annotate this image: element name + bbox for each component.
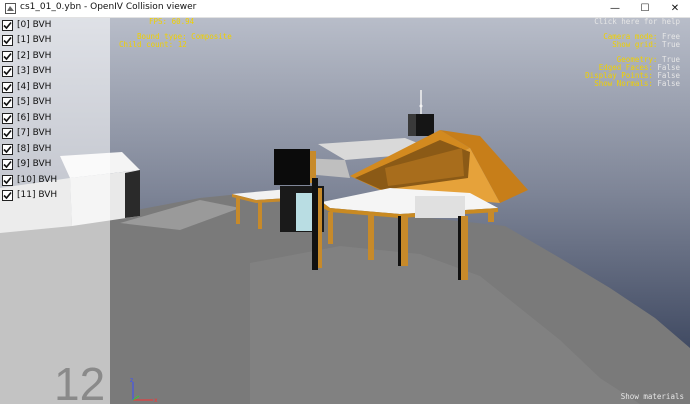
help-link[interactable]: Click here for help [594, 18, 680, 26]
post-6 [400, 216, 408, 266]
bvh-label: [2] BVH [17, 51, 52, 61]
checkmark-icon [3, 52, 12, 60]
left-building-side [125, 170, 140, 218]
show-grid-row[interactable]: Show grid: True [612, 41, 680, 49]
checkmark-icon [3, 160, 12, 168]
minimize-icon: — [610, 3, 620, 14]
post-1 [236, 198, 240, 224]
checkmark-icon [3, 145, 12, 153]
checkmark-icon [3, 67, 12, 75]
show-grid-label: Show grid: [612, 40, 658, 49]
bvh-label: [4] BVH [17, 82, 52, 92]
dark-box [274, 149, 310, 185]
checkbox[interactable] [2, 127, 13, 139]
bvh-item[interactable]: [11] BVH [2, 188, 57, 202]
checkbox[interactable] [2, 65, 13, 77]
bvh-label: [10] BVH [17, 175, 58, 185]
checkbox[interactable] [2, 112, 13, 124]
checkmark-icon [3, 191, 12, 199]
child-count-display: 12 [54, 358, 106, 410]
post-2 [258, 201, 262, 229]
checkmark-icon [3, 176, 12, 184]
checkbox[interactable] [2, 34, 13, 46]
bvh-item[interactable]: [1] BVH [2, 33, 51, 47]
bvh-label: [7] BVH [17, 128, 52, 138]
bvh-item[interactable]: [8] BVH [2, 142, 51, 156]
bvh-item[interactable]: [4] BVH [2, 80, 51, 94]
post-8 [488, 210, 494, 222]
fps-readout: FPS: 60.94 [149, 17, 195, 26]
checkmark-icon [3, 129, 12, 137]
checkbox[interactable] [2, 174, 13, 186]
bvh-item[interactable]: [0] BVH [2, 18, 51, 32]
checkbox[interactable] [2, 50, 13, 62]
bvh-item[interactable]: [9] BVH [2, 157, 51, 171]
checkmark-icon [3, 21, 12, 29]
checkbox[interactable] [2, 81, 13, 93]
bvh-item[interactable]: [3] BVH [2, 64, 51, 78]
bvh-label: [8] BVH [17, 144, 52, 154]
checkmark-icon [3, 114, 12, 122]
bvh-label: [9] BVH [17, 159, 52, 169]
title-bar: cs1_01_0.ybn - OpenIV Collision viewer —… [0, 0, 690, 18]
chimney-left [408, 114, 416, 136]
show-normals-row[interactable]: Show Normals: False [594, 80, 680, 88]
checkmark-icon [3, 98, 12, 106]
checkbox[interactable] [2, 158, 13, 170]
axis-x-label: x [154, 397, 158, 404]
axis-z-label: z [130, 377, 133, 384]
checkmark-icon [3, 83, 12, 91]
openiv-app-icon [5, 3, 16, 14]
bvh-label: [3] BVH [17, 66, 52, 76]
show-normals-label: Show Normals: [594, 79, 653, 88]
bvh-item[interactable]: [7] BVH [2, 126, 51, 140]
bvh-label: [5] BVH [17, 97, 52, 107]
show-normals-value: False [657, 79, 680, 88]
post-7 [460, 216, 468, 280]
child-count-readout: Child count: 12 [119, 40, 187, 49]
checkbox[interactable] [2, 19, 13, 31]
bvh-label: [0] BVH [17, 20, 52, 30]
bvh-label: [6] BVH [17, 113, 52, 123]
bvh-item[interactable]: [6] BVH [2, 111, 51, 125]
show-materials-toggle[interactable]: Show materials [621, 393, 684, 401]
close-button[interactable]: ✕ [660, 0, 690, 17]
bvh-item[interactable]: [5] BVH [2, 95, 51, 109]
side-wall-right [415, 196, 465, 218]
post-4 [328, 212, 333, 244]
window-title: cs1_01_0.ybn - OpenIV Collision viewer [20, 2, 197, 12]
bvh-label: [11] BVH [17, 190, 58, 200]
post-7-dark [458, 216, 461, 280]
post-6-dark [398, 216, 401, 266]
checkbox[interactable] [2, 96, 13, 108]
maximize-button[interactable]: ☐ [630, 0, 660, 17]
post-3 [312, 178, 318, 270]
post-3-trim [318, 188, 322, 268]
checkbox[interactable] [2, 189, 13, 201]
show-grid-value: True [661, 40, 680, 49]
bvh-item[interactable]: [2] BVH [2, 49, 51, 63]
minimize-button[interactable]: — [600, 0, 630, 17]
checkmark-icon [3, 36, 12, 44]
maximize-icon: ☐ [640, 3, 650, 14]
bvh-label: [1] BVH [17, 35, 52, 45]
checkbox[interactable] [2, 143, 13, 155]
post-5 [368, 214, 374, 260]
axis-gizmo: z x [130, 377, 158, 404]
close-icon: ✕ [670, 3, 680, 14]
bvh-item[interactable]: [10] BVH [2, 173, 57, 187]
